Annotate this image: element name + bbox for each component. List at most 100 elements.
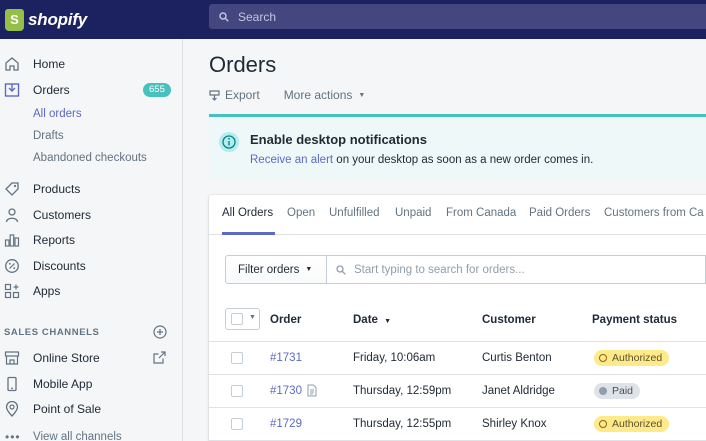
sort-desc-icon: ▼ [384, 318, 392, 325]
table-row[interactable]: #1730 Thursday, 12:59pm Janet Aldridge P… [209, 375, 706, 408]
column-header-payment-status[interactable]: Payment status [592, 314, 677, 326]
customer-name: Shirley Knox [482, 418, 547, 430]
order-number-link[interactable]: #1730 [270, 385, 302, 397]
phone-icon [7, 376, 17, 392]
table-row[interactable]: #1729 Thursday, 12:55pm Shirley Knox Aut… [209, 408, 706, 441]
logo-letter: S [10, 12, 19, 27]
sidebar-subitem-label: Drafts [33, 130, 64, 142]
payment-status-label: Authorized [612, 352, 663, 364]
note-document-icon [307, 384, 317, 397]
global-search-input[interactable]: Search [209, 4, 706, 29]
bar-chart-icon [4, 234, 20, 247]
sidebar-item-label: Discounts [33, 259, 86, 273]
sidebar-item-point-of-sale[interactable]: Point of Sale [0, 398, 183, 420]
sidebar-item-apps[interactable]: Apps [0, 280, 183, 302]
sidebar-item-discounts[interactable]: Discounts [0, 255, 183, 277]
export-button[interactable]: Export [209, 88, 260, 102]
caret-down-icon: ▼ [249, 314, 256, 321]
sidebar-item-label: Point of Sale [33, 402, 102, 416]
orders-tabs: All Orders Open Unfulfilled Unpaid From … [209, 195, 706, 235]
tab-all-orders[interactable]: All Orders [222, 207, 273, 219]
customer-name: Janet Aldridge [482, 385, 555, 397]
sidebar-subitem-all-orders[interactable]: All orders [0, 103, 183, 125]
order-number-link[interactable]: #1731 [270, 352, 302, 364]
search-icon [219, 11, 229, 22]
orders-count-badge: 655 [143, 83, 171, 97]
logo-text: shopify [28, 9, 88, 29]
sidebar-item-label: Apps [33, 284, 61, 298]
search-icon [336, 264, 346, 275]
sidebar-view-all-channels[interactable]: ••• View all channels [0, 426, 183, 441]
order-search-input[interactable]: Start typing to search for orders... [326, 255, 706, 284]
export-label: Export [225, 88, 260, 102]
active-tab-indicator [222, 232, 275, 235]
shopify-logo[interactable]: S shopify [0, 0, 183, 39]
order-date: Thursday, 12:59pm [353, 385, 452, 397]
row-checkbox[interactable] [231, 385, 243, 397]
orders-card: All Orders Open Unfulfilled Unpaid From … [209, 195, 706, 441]
payment-status-badge: Authorized [594, 350, 670, 366]
sidebar-item-label: Orders [33, 83, 70, 97]
sidebar-item-label: Mobile App [33, 377, 93, 391]
banner-text: Receive an alert on your desktop as soon… [250, 154, 593, 166]
status-dot-icon [599, 420, 607, 428]
payment-status-label: Authorized [612, 418, 663, 430]
banner-title: Enable desktop notifications [250, 132, 427, 147]
column-header-date[interactable]: Date ▼ [353, 314, 391, 326]
sidebar-item-label: Home [33, 57, 66, 71]
table-row[interactable]: #1731 Friday, 10:06am Curtis Benton Auth… [209, 342, 706, 375]
receive-alert-link[interactable]: Receive an alert [250, 154, 333, 166]
top-bar: S shopify Search [0, 0, 706, 39]
order-date: Friday, 10:06am [353, 352, 436, 364]
person-icon [5, 208, 19, 223]
sidebar-item-home[interactable]: Home [0, 53, 183, 75]
tab-from-canada[interactable]: From Canada [446, 207, 516, 219]
tab-unpaid[interactable]: Unpaid [395, 207, 431, 219]
sidebar-item-label: Products [33, 182, 81, 196]
column-header-customer[interactable]: Customer [482, 314, 536, 326]
sidebar-item-customers[interactable]: Customers [0, 204, 183, 226]
tab-unfulfilled[interactable]: Unfulfilled [329, 207, 380, 219]
sidebar-item-reports[interactable]: Reports [0, 229, 183, 251]
page-actions: Export More actions ▼ [209, 88, 365, 102]
more-actions-label: More actions [283, 88, 353, 102]
tab-open[interactable]: Open [287, 207, 315, 219]
sidebar-item-mobile-app[interactable]: Mobile App [0, 373, 183, 395]
tab-customers-from-ca[interactable]: Customers from Ca [604, 207, 704, 219]
status-dot-icon [599, 354, 607, 362]
store-icon [4, 351, 20, 365]
row-checkbox[interactable] [231, 418, 243, 430]
order-date: Thursday, 12:55pm [353, 418, 452, 430]
filter-orders-button[interactable]: Filter orders ▼ [225, 255, 327, 284]
discount-icon [5, 259, 19, 273]
export-icon [209, 89, 220, 101]
tab-paid-orders[interactable]: Paid Orders [529, 207, 590, 219]
order-number-link[interactable]: #1729 [270, 418, 302, 430]
sidebar-item-orders[interactable]: Orders 655 [0, 79, 183, 101]
external-link-icon[interactable] [153, 351, 166, 364]
search-placeholder: Search [238, 9, 277, 24]
customer-name: Curtis Benton [482, 352, 552, 364]
sales-channels-heading: SALES CHANNELS [4, 327, 100, 338]
banner-body: on your desktop as soon as a new order c… [333, 154, 594, 166]
bulk-select-dropdown[interactable]: ▼ [225, 308, 260, 330]
add-channel-icon[interactable] [153, 325, 167, 339]
sidebar-item-online-store[interactable]: Online Store [0, 347, 183, 369]
sidebar-subitem-drafts[interactable]: Drafts [0, 125, 183, 147]
payment-status-badge: Authorized [594, 416, 670, 432]
payment-status-label: Paid [612, 385, 634, 397]
more-dots-icon: ••• [5, 430, 21, 441]
home-icon [5, 57, 19, 71]
select-all-checkbox[interactable] [231, 313, 243, 325]
shopping-bag-icon: S [5, 8, 24, 31]
sidebar-item-products[interactable]: Products [0, 178, 183, 200]
column-header-order[interactable]: Order [270, 314, 301, 326]
row-checkbox[interactable] [231, 352, 243, 364]
more-actions-button[interactable]: More actions ▼ [284, 88, 366, 102]
sidebar-item-label: Reports [33, 233, 76, 247]
info-icon [219, 132, 239, 152]
sidebar-subitem-abandoned-checkouts[interactable]: Abandoned checkouts [0, 147, 183, 169]
table-header: ▼ Order Date ▼ Customer Payment status [209, 302, 706, 342]
status-dot-icon [599, 387, 607, 395]
filter-orders-label: Filter orders [238, 263, 300, 276]
